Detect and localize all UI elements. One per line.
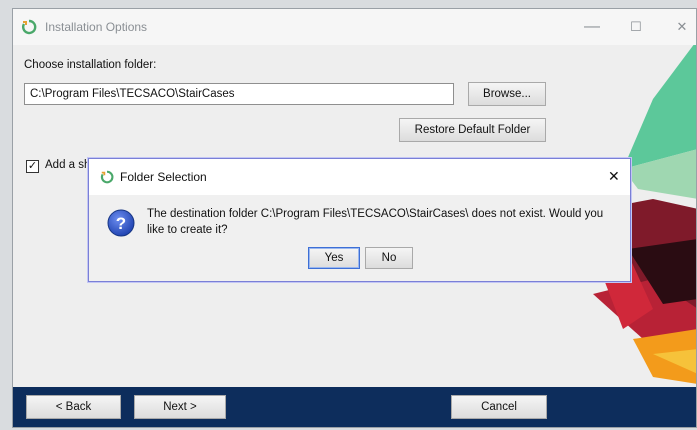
dialog-close-icon[interactable]: ✕ [608,168,620,185]
graphic-green-shard [623,41,696,169]
minimize-icon[interactable]: — [569,15,615,39]
dialog-title-bar: Folder Selection ✕ [89,159,630,195]
add-shortcut-checkbox[interactable]: ✓ [26,160,39,173]
svg-text:?: ? [116,214,126,233]
dialog-body: ? The destination folder C:\Program File… [89,195,630,281]
dialog-message-line1: The destination folder C:\Program Files\… [147,208,604,220]
browse-button[interactable]: Browse... [468,82,546,106]
yes-button[interactable]: Yes [308,247,360,269]
install-folder-input[interactable]: C:\Program Files\TECSACO\StairCases [24,83,454,105]
close-icon[interactable]: ✕ [659,15,696,39]
restore-default-folder-button[interactable]: Restore Default Folder [399,118,546,142]
no-button[interactable]: No [365,247,413,269]
folder-selection-dialog: Folder Selection ✕ ? The destination fol… [88,158,631,282]
question-icon: ? [107,209,135,237]
back-button[interactable]: < Back [26,395,121,419]
next-button[interactable]: Next > [134,395,226,419]
footer-bar: < Back Next > Cancel [13,387,696,427]
window-title: Installation Options [45,20,148,34]
app-icon [22,19,37,35]
dialog-message-line2: like to create it? [147,224,228,236]
dialog-app-icon [100,170,114,184]
add-shortcut-label: Add a sh [45,159,91,171]
maximize-icon[interactable]: ☐ [613,15,659,39]
cancel-button[interactable]: Cancel [451,395,547,419]
title-bar: Installation Options — ☐ ✕ [13,9,696,45]
install-folder-label: Choose installation folder: [24,59,157,71]
dialog-title: Folder Selection [120,170,207,184]
